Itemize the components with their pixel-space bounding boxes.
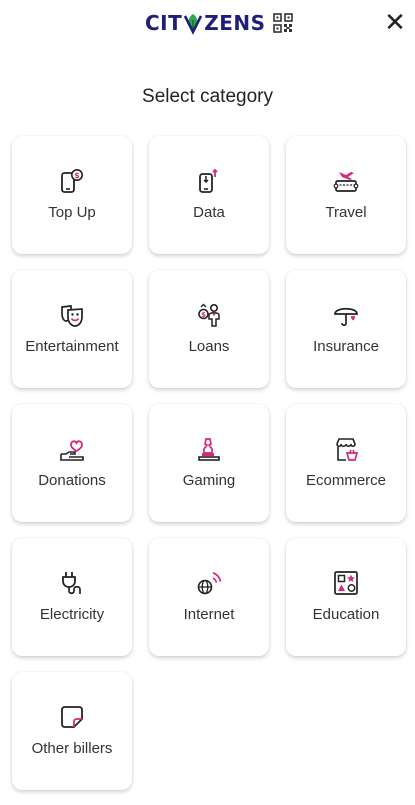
money-person-icon: $ bbox=[198, 303, 220, 327]
category-label: Ecommerce bbox=[305, 472, 387, 489]
close-button[interactable]: ✕ bbox=[383, 7, 407, 37]
category-label: Travel bbox=[325, 204, 367, 221]
brand-logo: CIT ZENS bbox=[145, 9, 293, 37]
close-icon: ✕ bbox=[384, 7, 406, 37]
category-card-loans[interactable]: $ Loans bbox=[149, 270, 269, 388]
citizens-leaf-icon bbox=[184, 14, 203, 35]
umbrella-heart-icon bbox=[334, 307, 358, 327]
header: CIT ZENS ✕ bbox=[0, 0, 415, 48]
brand-text-right: ZENS bbox=[204, 11, 266, 35]
category-label: Education bbox=[312, 606, 380, 623]
category-label: Other billers bbox=[31, 740, 113, 757]
category-grid: $ Top Up Data Travel Entertainment $ Loa… bbox=[12, 136, 406, 790]
category-card-donations[interactable]: Donations bbox=[12, 404, 132, 522]
brand-text: CIT ZENS bbox=[145, 11, 266, 35]
theater-masks-icon bbox=[61, 305, 83, 327]
qr-code-icon bbox=[272, 13, 293, 33]
category-label: Internet bbox=[183, 606, 235, 623]
category-card-top-up[interactable]: $ Top Up bbox=[12, 136, 132, 254]
category-card-internet[interactable]: Internet bbox=[149, 538, 269, 656]
svg-text:$: $ bbox=[201, 311, 206, 319]
category-label: Gaming bbox=[182, 472, 236, 489]
category-card-ecommerce[interactable]: Ecommerce bbox=[286, 404, 406, 522]
category-card-travel[interactable]: Travel bbox=[286, 136, 406, 254]
category-label: Electricity bbox=[39, 606, 105, 623]
page-title: Select category bbox=[142, 86, 273, 107]
hand-heart-icon bbox=[60, 440, 84, 461]
shapes-board-icon bbox=[334, 571, 358, 595]
category-label: Data bbox=[193, 204, 225, 221]
category-card-data[interactable]: Data bbox=[149, 136, 269, 254]
travel-ticket-icon bbox=[333, 172, 359, 192]
phone-data-icon bbox=[199, 168, 218, 193]
category-card-other-billers[interactable]: Other billers bbox=[12, 672, 132, 790]
category-label: Top Up bbox=[48, 204, 96, 221]
category-card-electricity[interactable]: Electricity bbox=[12, 538, 132, 656]
chess-piece-icon bbox=[198, 438, 220, 461]
phone-dollar-icon: $ bbox=[61, 169, 83, 193]
category-card-education[interactable]: Education bbox=[286, 538, 406, 656]
brand-text-left: CIT bbox=[145, 11, 183, 35]
category-label: Entertainment bbox=[25, 338, 119, 355]
category-label: Loans bbox=[188, 338, 230, 355]
globe-signal-icon bbox=[197, 572, 222, 595]
plug-icon bbox=[62, 572, 81, 595]
svg-text:$: $ bbox=[74, 171, 79, 180]
category-card-gaming[interactable]: Gaming bbox=[149, 404, 269, 522]
shop-basket-icon bbox=[336, 438, 359, 461]
category-card-insurance[interactable]: Insurance bbox=[286, 270, 406, 388]
category-card-entertainment[interactable]: Entertainment bbox=[12, 270, 132, 388]
category-label: Insurance bbox=[313, 338, 379, 355]
note-icon bbox=[61, 706, 83, 728]
category-label: Donations bbox=[38, 472, 106, 489]
